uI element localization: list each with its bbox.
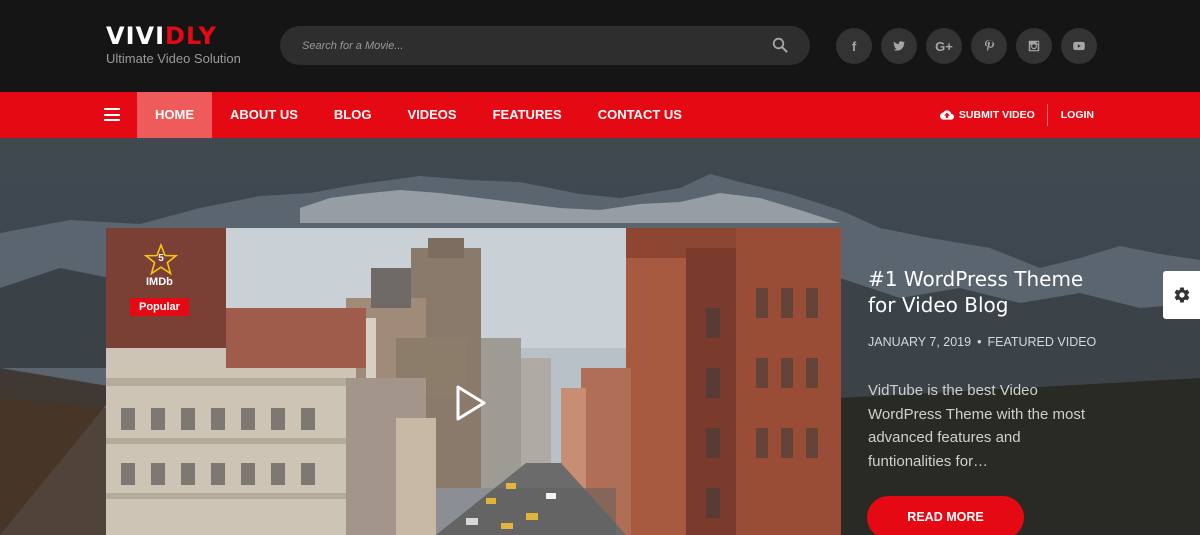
pinterest-glyph (984, 40, 995, 52)
google-plus-glyph: G+ (935, 38, 953, 54)
featured-title[interactable]: #1 WordPress Theme for Video Blog (868, 266, 1108, 318)
featured-video-thumbnail[interactable]: 5 IMDb Popular (106, 228, 841, 535)
featured-meta: JANUARY 7, 2019 • FEATURED VIDEO (868, 335, 1108, 349)
search-input[interactable] (302, 26, 752, 65)
nav-item-contact-us[interactable]: CONTACT US (580, 92, 700, 138)
post-category[interactable]: FEATURED VIDEO (987, 335, 1096, 349)
cloud-upload-icon (939, 110, 954, 120)
logo-part-1: VIVI (106, 22, 166, 50)
search-bar (280, 26, 810, 65)
popular-badge: Popular (130, 298, 189, 316)
rating-source: IMDb (146, 276, 173, 288)
play-icon[interactable] (453, 383, 489, 423)
search-icon[interactable] (772, 37, 788, 53)
site-header: VIVIDLY Ultimate Video Solution f G+ (0, 0, 1200, 92)
featured-info: #1 WordPress Theme for Video Blog JANUAR… (868, 266, 1108, 473)
gear-icon (1174, 287, 1189, 303)
read-more-button[interactable]: READ MORE (867, 496, 1024, 535)
facebook-icon[interactable]: f (836, 28, 872, 64)
submit-video-button[interactable]: SUBMIT VIDEO (939, 109, 1047, 121)
youtube-glyph (1073, 41, 1085, 51)
logo-part-2: DLY (165, 22, 217, 50)
twitter-glyph (893, 41, 906, 51)
post-date: JANUARY 7, 2019 (868, 335, 972, 349)
nav-item-about-us[interactable]: ABOUT US (212, 92, 316, 138)
nav-items: HOME ABOUT US BLOG VIDEOS FEATURES CONTA… (137, 92, 700, 138)
site-logo[interactable]: VIVIDLY Ultimate Video Solution (106, 22, 241, 66)
nav-item-features[interactable]: FEATURES (475, 92, 580, 138)
logo-text: VIVIDLY (106, 22, 241, 50)
meta-separator: • (977, 335, 982, 349)
instagram-icon[interactable] (1016, 28, 1052, 64)
rating-value: 5 (158, 253, 164, 264)
city-street-image (106, 228, 841, 535)
nav-item-blog[interactable]: BLOG (316, 92, 390, 138)
facebook-glyph: f (851, 38, 857, 54)
menu-icon[interactable] (104, 108, 120, 121)
featured-excerpt: VidTube is the best Video WordPress Them… (868, 382, 1086, 470)
nav-item-videos[interactable]: VIDEOS (389, 92, 474, 138)
social-links: f G+ (836, 28, 1097, 64)
settings-panel-toggle[interactable] (1163, 271, 1200, 319)
youtube-icon[interactable] (1061, 28, 1097, 64)
twitter-icon[interactable] (881, 28, 917, 64)
main-nav: HOME ABOUT US BLOG VIDEOS FEATURES CONTA… (0, 92, 1200, 138)
google-plus-icon[interactable]: G+ (926, 28, 962, 64)
instagram-glyph (1028, 40, 1040, 52)
submit-video-label: SUBMIT VIDEO (958, 109, 1035, 121)
login-link[interactable]: LOGIN (1048, 109, 1094, 121)
pinterest-icon[interactable] (971, 28, 1007, 64)
site-tagline: Ultimate Video Solution (106, 51, 241, 66)
nav-actions: SUBMIT VIDEO LOGIN (939, 92, 1094, 138)
nav-item-home[interactable]: HOME (137, 92, 212, 138)
